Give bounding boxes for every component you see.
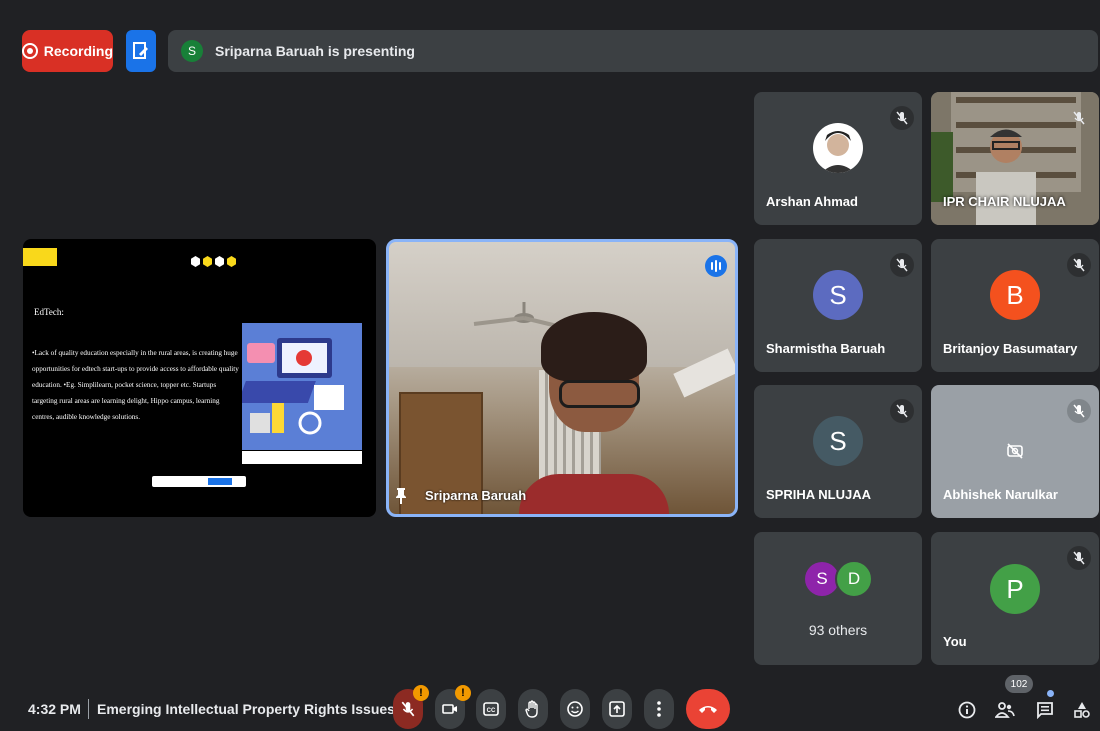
participant-name: Britanjoy Basumatary [943, 341, 1078, 356]
participant-name: IPR CHAIR NLUJAA [943, 194, 1066, 209]
participant-avatar: S [813, 416, 863, 466]
speaking-indicator-icon [705, 255, 727, 277]
participant-tile[interactable]: Arshan Ahmad [754, 92, 922, 225]
present-screen-button[interactable] [602, 689, 632, 729]
mic-off-icon [890, 399, 914, 423]
presenting-banner: S Sriparna Baruah is presenting [168, 30, 1098, 72]
mic-off-icon [401, 701, 415, 717]
mic-toggle-button[interactable]: ! [393, 685, 429, 729]
presenter-name: Sriparna Baruah [425, 488, 527, 503]
edit-document-button[interactable] [126, 30, 156, 72]
pin-icon[interactable] [395, 488, 407, 504]
mic-off-icon [890, 253, 914, 277]
people-icon [995, 702, 1015, 718]
slide-body: •Lack of quality education especially in… [32, 349, 239, 421]
self-tile[interactable]: P You [931, 532, 1099, 665]
others-avatar: D [835, 560, 873, 598]
person-glasses [559, 380, 640, 408]
call-end-icon [699, 706, 717, 713]
activities-icon [1074, 702, 1090, 718]
activities-button[interactable] [1071, 697, 1093, 723]
participant-tile[interactable]: B Britanjoy Basumatary [931, 239, 1099, 372]
participant-name: Abhishek Narulkar [943, 487, 1058, 502]
recording-button[interactable]: Recording [22, 30, 113, 72]
others-count-label: 93 others [808, 622, 868, 638]
people-button[interactable] [994, 697, 1016, 723]
participant-name: Arshan Ahmad [766, 194, 858, 209]
others-avatar: S [805, 562, 839, 596]
emoji-icon [567, 701, 583, 717]
raise-hand-button[interactable] [518, 689, 548, 729]
slide-illustration [237, 323, 362, 450]
captions-icon: CC [483, 702, 499, 716]
more-options-button[interactable] [644, 689, 674, 729]
mic-off-icon [1067, 399, 1091, 423]
camera-off-icon [442, 704, 457, 714]
edit-document-icon [133, 42, 148, 59]
presenter-video-tile[interactable]: Sriparna Baruah [386, 239, 738, 517]
mic-off-icon [1067, 546, 1091, 570]
slide-caption-bar [242, 451, 362, 464]
person-body [519, 474, 669, 514]
chat-button[interactable] [1034, 697, 1056, 723]
captions-button[interactable]: CC [476, 689, 506, 729]
svg-text:CC: CC [487, 708, 496, 714]
meeting-title: Emerging Intellectual Property Rights Is… [97, 701, 395, 717]
camera-off-icon [1006, 443, 1024, 464]
slide-title: EdTech: [34, 307, 64, 317]
slide-accent-bar [23, 248, 57, 266]
unread-indicator [1047, 690, 1054, 697]
slide-link-bar [152, 476, 246, 487]
mic-off-icon [1067, 253, 1091, 277]
participant-avatar: S [813, 270, 863, 320]
participant-avatar: B [990, 270, 1040, 320]
participant-tile[interactable]: IPR CHAIR NLUJAA [931, 92, 1099, 225]
presenting-text: Sriparna Baruah is presenting [215, 43, 415, 59]
participant-name: You [943, 634, 967, 649]
mic-off-icon [1067, 106, 1091, 130]
participant-tile[interactable]: Abhishek Narulkar [931, 385, 1099, 518]
more-vert-icon [657, 701, 661, 717]
self-avatar: P [990, 564, 1040, 614]
presenter-avatar: S [181, 40, 203, 62]
present-icon [609, 701, 625, 717]
person-hair [541, 312, 647, 382]
leave-call-button[interactable] [686, 689, 730, 729]
camera-toggle-button[interactable]: ! [435, 685, 471, 729]
recording-label: Recording [43, 43, 113, 59]
reactions-button[interactable] [560, 689, 590, 729]
record-icon [22, 43, 38, 59]
meeting-time: 4:32 PM [28, 701, 81, 717]
raise-hand-icon [525, 700, 538, 718]
participant-name: Sharmistha Baruah [766, 341, 886, 356]
chat-icon [1037, 702, 1053, 719]
participant-count-badge: 102 [1005, 675, 1033, 693]
warning-icon: ! [455, 685, 471, 701]
participant-tile[interactable]: S Sharmistha Baruah [754, 239, 922, 372]
warning-icon: ! [413, 685, 429, 701]
divider [88, 699, 89, 719]
mic-off-icon [890, 106, 914, 130]
participant-photo [813, 123, 863, 173]
info-icon [958, 701, 976, 719]
participant-tile[interactable]: S SPRIHA NLUJAA [754, 385, 922, 518]
slide-hexagon-decor [191, 256, 236, 267]
shared-screen-slide[interactable]: EdTech: •Lack of quality education espec… [23, 239, 376, 517]
participant-name: SPRIHA NLUJAA [766, 487, 871, 502]
others-tile[interactable]: S D 93 others [754, 532, 922, 665]
meeting-info-button[interactable] [956, 697, 978, 723]
